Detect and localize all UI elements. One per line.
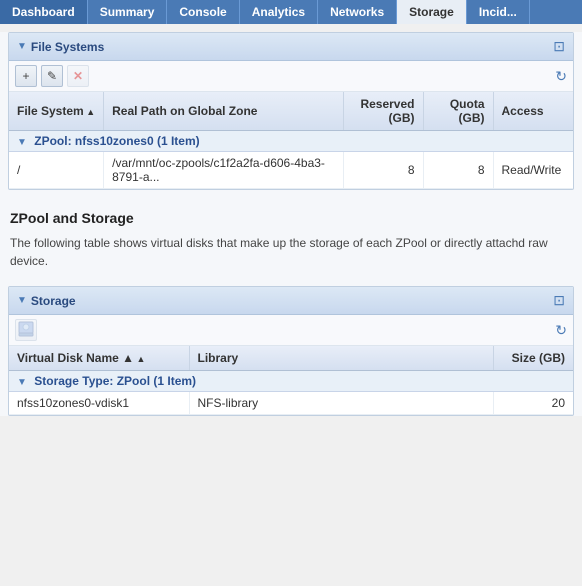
storage-collapse-icon[interactable]: ▼ xyxy=(17,295,27,306)
col-header-library[interactable]: Library xyxy=(189,346,493,371)
filesystems-panel-title: File Systems xyxy=(31,40,104,54)
tab-networks[interactable]: Networks xyxy=(318,0,397,24)
filesystems-panel: ▼ File Systems ⊡ + ✎ ✕ ↻ File System xyxy=(8,32,574,190)
size-cell: 20 xyxy=(493,392,573,415)
storage-group-expand-icon[interactable]: ▼ xyxy=(17,377,27,388)
filesystems-edit-button[interactable]: ✎ xyxy=(41,65,63,87)
col-header-size[interactable]: Size (GB) xyxy=(493,346,573,371)
storage-refresh-icon[interactable]: ↻ xyxy=(555,322,567,339)
tab-incidents[interactable]: Incid... xyxy=(467,0,530,24)
filesystems-panel-header: ▼ File Systems ⊡ xyxy=(9,33,573,61)
filesystems-table-header: File System Real Path on Global Zone Res… xyxy=(9,92,573,131)
col-header-reserved[interactable]: Reserved(GB) xyxy=(343,92,423,131)
library-cell: NFS-library xyxy=(189,392,493,415)
filesystems-group-label: ZPool: nfss10zones0 (1 Item) xyxy=(34,134,199,148)
filesystems-toolbar: + ✎ ✕ ↻ xyxy=(9,61,573,92)
filesystems-collapse-icon[interactable]: ▼ xyxy=(17,41,27,52)
table-row: nfss10zones0-vdisk1 NFS-library 20 xyxy=(9,392,573,415)
storage-add-button[interactable] xyxy=(15,319,37,341)
filesystems-delete-button[interactable]: ✕ xyxy=(67,65,89,87)
edit-icon: ✎ xyxy=(47,69,57,83)
col-header-realpath[interactable]: Real Path on Global Zone xyxy=(104,92,343,131)
storage-panel-title: Storage xyxy=(31,294,76,308)
storage-toolbar: ↻ xyxy=(9,315,573,346)
description-title: ZPool and Storage xyxy=(10,210,572,226)
reserved-cell: 8 xyxy=(343,152,423,189)
col-header-vdiskname[interactable]: Virtual Disk Name ▲ xyxy=(9,346,189,371)
tab-storage[interactable]: Storage xyxy=(397,0,467,24)
main-content: ▼ File Systems ⊡ + ✎ ✕ ↻ File System xyxy=(0,32,582,416)
tab-bar: Dashboard Summary Console Analytics Netw… xyxy=(0,0,582,24)
tab-dashboard[interactable]: Dashboard xyxy=(0,0,88,24)
storage-add-icon xyxy=(18,321,34,340)
storage-panel-expand-icon[interactable]: ⊡ xyxy=(553,292,565,309)
filesystems-group-row: ▼ ZPool: nfss10zones0 (1 Item) xyxy=(9,131,573,152)
quota-cell: 8 xyxy=(423,152,493,189)
storage-panel-header: ▼ Storage ⊡ xyxy=(9,287,573,315)
delete-icon: ✕ xyxy=(73,69,83,83)
filesystems-refresh-icon[interactable]: ↻ xyxy=(555,68,567,85)
storage-group-row: ▼ Storage Type: ZPool (1 Item) xyxy=(9,371,573,392)
tab-console[interactable]: Console xyxy=(167,0,239,24)
filesystem-cell: / xyxy=(9,152,104,189)
storage-panel: ▼ Storage ⊡ ↻ V xyxy=(8,286,574,416)
storage-group-label: Storage Type: ZPool (1 Item) xyxy=(34,374,196,388)
col-header-filesystem[interactable]: File System xyxy=(9,92,104,131)
add-icon: + xyxy=(22,69,29,83)
description-text: The following table shows virtual disks … xyxy=(10,234,572,270)
filesystems-table: File System Real Path on Global Zone Res… xyxy=(9,92,573,189)
tab-summary[interactable]: Summary xyxy=(88,0,168,24)
col-header-quota[interactable]: Quota(GB) xyxy=(423,92,493,131)
filesystems-add-button[interactable]: + xyxy=(15,65,37,87)
storage-table: Virtual Disk Name ▲ Library Size (GB) ▼ … xyxy=(9,346,573,415)
storage-table-header: Virtual Disk Name ▲ Library Size (GB) xyxy=(9,346,573,371)
access-cell: Read/Write xyxy=(493,152,573,189)
vdiskname-cell: nfss10zones0-vdisk1 xyxy=(9,392,189,415)
realpath-cell: /var/mnt/oc-zpools/c1f2a2fa-d606-4ba3-87… xyxy=(104,152,343,189)
group-expand-icon[interactable]: ▼ xyxy=(17,137,27,148)
col-header-access[interactable]: Access xyxy=(493,92,573,131)
tab-analytics[interactable]: Analytics xyxy=(240,0,318,24)
table-row: / /var/mnt/oc-zpools/c1f2a2fa-d606-4ba3-… xyxy=(9,152,573,189)
description-section: ZPool and Storage The following table sh… xyxy=(0,198,582,278)
filesystems-panel-expand-icon[interactable]: ⊡ xyxy=(553,38,565,55)
